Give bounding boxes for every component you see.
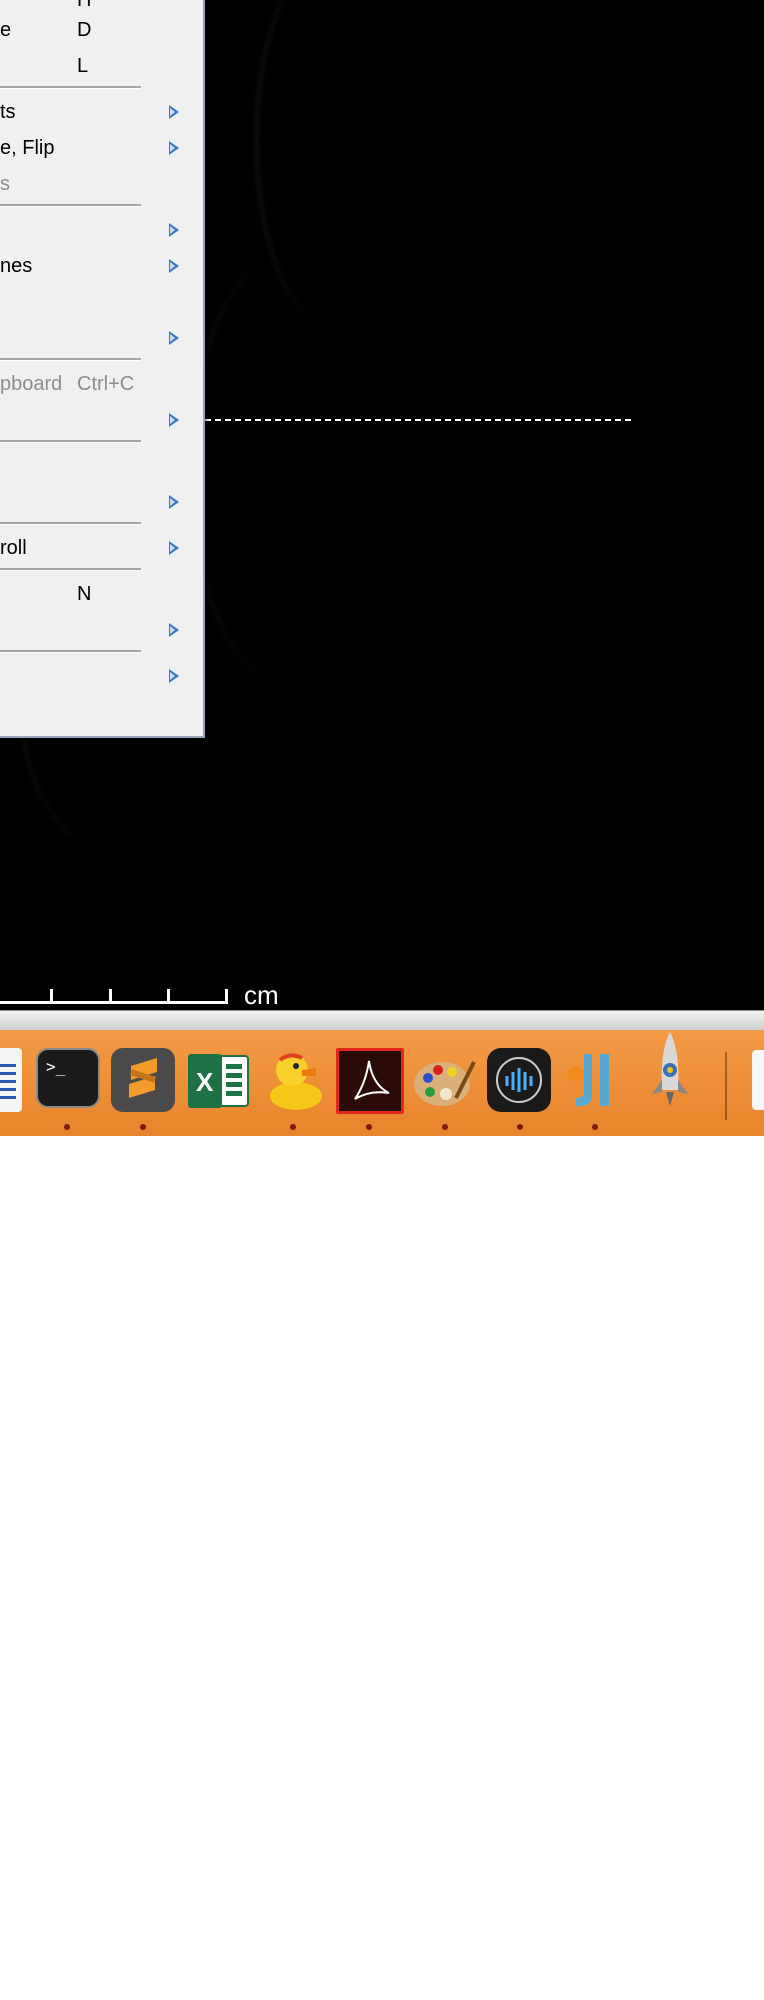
menu-item[interactable] (0, 320, 200, 356)
submenu-arrow-icon (169, 541, 179, 555)
submenu-arrow-icon (169, 331, 179, 345)
menu-item[interactable]: pboard Ctrl+C (0, 366, 200, 402)
dock: >_ X (0, 1030, 764, 1136)
submenu-arrow-icon (169, 413, 179, 427)
svg-text:X: X (196, 1067, 214, 1097)
sublime-text-icon[interactable] (111, 1048, 175, 1112)
dock-separator (725, 1052, 727, 1120)
horizontal-scrollbar[interactable] (0, 1010, 764, 1031)
submenu-arrow-icon (169, 223, 179, 237)
image-canvas[interactable]: cm H e D L ts e, Flip s nes pboard Ctrl+… (0, 0, 764, 1010)
cyberduck-icon[interactable] (262, 1048, 326, 1112)
menu-item[interactable] (0, 402, 200, 438)
running-indicator (366, 1124, 372, 1130)
menu-item[interactable] (0, 212, 200, 248)
scale-bar (0, 985, 232, 1005)
menu-item[interactable]: e D (0, 12, 200, 48)
paint-palette-icon[interactable] (412, 1048, 476, 1112)
screen: cm H e D L ts e, Flip s nes pboard Ctrl+… (0, 0, 764, 1136)
running-indicator (592, 1124, 598, 1130)
menu-item[interactable] (0, 484, 200, 520)
python-rocket-icon[interactable] (638, 1030, 702, 1116)
menu-item[interactable] (0, 658, 200, 694)
menu-separator (0, 650, 141, 653)
submenu-arrow-icon (169, 105, 179, 119)
menu-item[interactable]: L (0, 48, 200, 84)
acrobat-reader-icon[interactable] (336, 1048, 404, 1114)
submenu-arrow-icon (169, 495, 179, 509)
menu-separator (0, 568, 141, 571)
shortcut-label: N (77, 583, 92, 605)
running-indicator (442, 1124, 448, 1130)
svg-text:>_: >_ (46, 1057, 66, 1076)
menu-item[interactable] (0, 612, 200, 648)
selection-line[interactable] (205, 419, 631, 421)
menu-item[interactable]: roll (0, 530, 200, 566)
shortcut-label: D (77, 19, 92, 41)
shortcut-label: Ctrl+C (77, 373, 135, 395)
scale-unit-label: cm (244, 980, 279, 1010)
menu-item[interactable] (0, 448, 200, 484)
document-icon[interactable] (752, 1050, 764, 1110)
menu-separator (0, 204, 141, 207)
submenu-arrow-icon (169, 669, 179, 683)
submenu-arrow-icon (169, 259, 179, 273)
submenu-arrow-icon (169, 141, 179, 155)
menu-separator (0, 358, 141, 361)
menu-separator (0, 522, 141, 525)
menu-separator (0, 86, 141, 89)
menu-item[interactable]: N (0, 576, 200, 612)
submenu-arrow-icon (169, 623, 179, 637)
running-indicator (290, 1124, 296, 1130)
running-indicator (517, 1124, 523, 1130)
menu-item[interactable]: e, Flip (0, 130, 200, 166)
menu-separator (0, 440, 141, 443)
running-indicator (64, 1124, 70, 1130)
terminal-icon[interactable]: >_ (36, 1048, 100, 1108)
menu-item[interactable]: s (0, 166, 200, 202)
menu-item[interactable]: ts (0, 94, 200, 130)
menu-item[interactable]: nes (0, 248, 200, 284)
text-editor-icon[interactable] (0, 1048, 22, 1112)
context-menu: H e D L ts e, Flip s nes pboard Ctrl+C r… (0, 0, 205, 738)
fiji-icon[interactable] (562, 1048, 626, 1112)
excel-icon[interactable]: X (186, 1048, 250, 1112)
shortcut-label: L (77, 55, 89, 77)
audio-app-icon[interactable] (487, 1048, 551, 1112)
running-indicator (140, 1124, 146, 1130)
